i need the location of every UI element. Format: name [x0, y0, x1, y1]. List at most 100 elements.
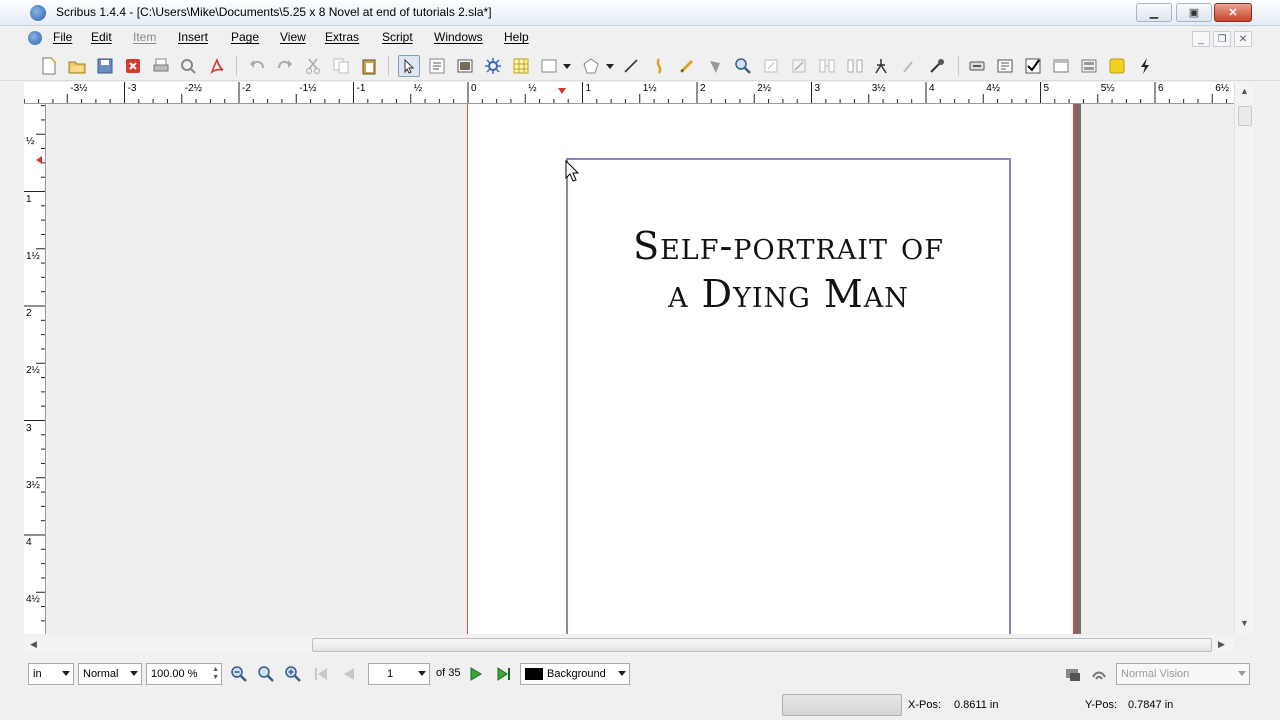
horizontal-scroll-thumb[interactable]: [312, 638, 1212, 652]
progress-bar: [782, 694, 902, 716]
horizontal-ruler-label: -3½: [70, 83, 88, 94]
title-text-frame[interactable]: Self-portrait of a Dying Man: [566, 158, 1011, 634]
window-title: Scribus 1.4.4 - [C:\Users\Mike\Documents…: [56, 5, 492, 19]
close-window-button[interactable]: ✕: [1214, 3, 1252, 22]
vertical-ruler-label: 3½: [26, 479, 40, 491]
freehand-icon[interactable]: [676, 55, 698, 77]
ypos-value: 0.7847 in: [1128, 699, 1174, 711]
color-management-icon[interactable]: [1088, 663, 1110, 685]
close-document-icon[interactable]: [122, 55, 144, 77]
menu-item[interactable]: Item: [133, 30, 156, 44]
menu-page[interactable]: Page: [231, 30, 259, 44]
pdf-listbox-icon[interactable]: [1078, 55, 1100, 77]
document-canvas[interactable]: Self-portrait of a Dying Man: [47, 104, 1234, 634]
preflight-icon[interactable]: [178, 55, 200, 77]
horizontal-ruler-label: 0: [471, 83, 477, 94]
previous-page-icon[interactable]: [338, 663, 360, 685]
table-icon[interactable]: [510, 55, 532, 77]
open-icon[interactable]: [66, 55, 88, 77]
polygon-icon[interactable]: [580, 55, 602, 77]
shape-icon[interactable]: [538, 55, 560, 77]
document-icon[interactable]: [28, 31, 42, 45]
scroll-left-arrow-icon[interactable]: ◀: [30, 639, 37, 650]
menu-edit[interactable]: Edit: [91, 30, 112, 44]
vision-value: Normal Vision: [1121, 668, 1190, 680]
zoom-input[interactable]: 100.00 % ▲ ▼: [146, 663, 222, 685]
first-page-icon[interactable]: [310, 663, 332, 685]
export-pdf-icon[interactable]: [206, 55, 228, 77]
rotate-icon[interactable]: [704, 55, 726, 77]
page-number-select[interactable]: 1: [368, 663, 430, 685]
undo-icon[interactable]: [246, 55, 268, 77]
pdf-annotation-icon[interactable]: [1106, 55, 1128, 77]
unlink-frames-icon[interactable]: [844, 55, 866, 77]
menu-windows[interactable]: Windows: [434, 30, 483, 44]
vertical-scrollbar[interactable]: ▲ ▼: [1234, 82, 1254, 634]
cursor-position-marker: [36, 156, 42, 164]
scroll-up-arrow-icon[interactable]: ▲: [1240, 86, 1249, 96]
page-count-label: of 35: [436, 667, 461, 679]
link-frames-icon[interactable]: [816, 55, 838, 77]
next-page-icon[interactable]: [465, 663, 487, 685]
zoom-mode-select[interactable]: Normal: [78, 663, 142, 685]
mdi-minimize-button[interactable]: _: [1192, 31, 1210, 47]
zoom-icon[interactable]: [732, 55, 754, 77]
line-icon[interactable]: [620, 55, 642, 77]
horizontal-scrollbar[interactable]: ◀ ▶: [24, 636, 1234, 654]
menu-file[interactable]: File: [53, 30, 72, 44]
mdi-close-button[interactable]: ✕: [1234, 31, 1252, 47]
pdf-checkbox-icon[interactable]: [1022, 55, 1044, 77]
preview-mode-icon[interactable]: [1062, 663, 1084, 685]
menu-script[interactable]: Script: [382, 30, 413, 44]
menu-insert[interactable]: Insert: [178, 30, 208, 44]
shape-dropdown-icon[interactable]: [563, 64, 571, 69]
pdf-link-icon[interactable]: [1134, 55, 1156, 77]
vertical-ruler[interactable]: ½ 1 1½ 2 2½ 3 3½ 4 4½: [24, 104, 46, 634]
zoom-100-icon[interactable]: [255, 663, 277, 685]
image-frame-icon[interactable]: [454, 55, 476, 77]
story-editor-icon[interactable]: [788, 55, 810, 77]
unit-select[interactable]: in: [28, 663, 74, 685]
horizontal-ruler-label: ½: [413, 83, 423, 94]
unit-value: in: [33, 668, 42, 680]
scroll-right-arrow-icon[interactable]: ▶: [1218, 639, 1225, 650]
cut-icon[interactable]: [302, 55, 324, 77]
redo-icon[interactable]: [274, 55, 296, 77]
new-document-icon[interactable]: [38, 55, 60, 77]
text-frame-icon[interactable]: [426, 55, 448, 77]
measure-icon[interactable]: [870, 55, 892, 77]
menu-extras[interactable]: Extras: [325, 30, 359, 44]
xpos-label: X-Pos:: [908, 699, 942, 711]
bezier-icon[interactable]: [648, 55, 670, 77]
horizontal-ruler[interactable]: -3½ -3 -2½ -2 -1½ -1 ½ 0 ½ 1 1½ 2 2½ 3 3½ 4 4½ 5 5½ 6 6½: [24, 82, 1234, 104]
vision-select[interactable]: Normal Vision: [1116, 663, 1250, 685]
pdf-combobox-icon[interactable]: [1050, 55, 1072, 77]
print-icon[interactable]: [150, 55, 172, 77]
eyedropper-icon[interactable]: [926, 55, 948, 77]
select-icon[interactable]: [398, 55, 420, 77]
minimize-window-button[interactable]: ▁: [1136, 3, 1172, 22]
save-icon[interactable]: [94, 55, 116, 77]
zoom-in-icon[interactable]: [282, 663, 304, 685]
pdf-button-icon[interactable]: [966, 55, 988, 77]
zoom-out-icon[interactable]: [228, 663, 250, 685]
mdi-restore-button[interactable]: ❐: [1213, 31, 1231, 47]
render-frame-icon[interactable]: [482, 55, 504, 77]
vertical-scroll-thumb[interactable]: [1238, 106, 1252, 126]
maximize-window-button[interactable]: ▣: [1176, 3, 1212, 22]
horizontal-ruler-label: ½: [528, 83, 537, 94]
polygon-dropdown-icon[interactable]: [606, 64, 614, 69]
last-page-icon[interactable]: [493, 663, 515, 685]
menu-view[interactable]: View: [280, 30, 306, 44]
zoom-stepper-icon[interactable]: ▲ ▼: [212, 666, 219, 682]
document-page[interactable]: Self-portrait of a Dying Man: [467, 104, 1075, 634]
copy-icon[interactable]: [330, 55, 352, 77]
pdf-textfield-icon[interactable]: [994, 55, 1016, 77]
cursor-position-marker: [558, 88, 566, 94]
scroll-down-arrow-icon[interactable]: ▼: [1240, 618, 1249, 628]
layer-select[interactable]: Background: [520, 663, 630, 685]
edit-text-icon[interactable]: [760, 55, 782, 77]
menu-help[interactable]: Help: [504, 30, 529, 44]
copy-properties-icon[interactable]: [898, 55, 920, 77]
paste-icon[interactable]: [358, 55, 380, 77]
